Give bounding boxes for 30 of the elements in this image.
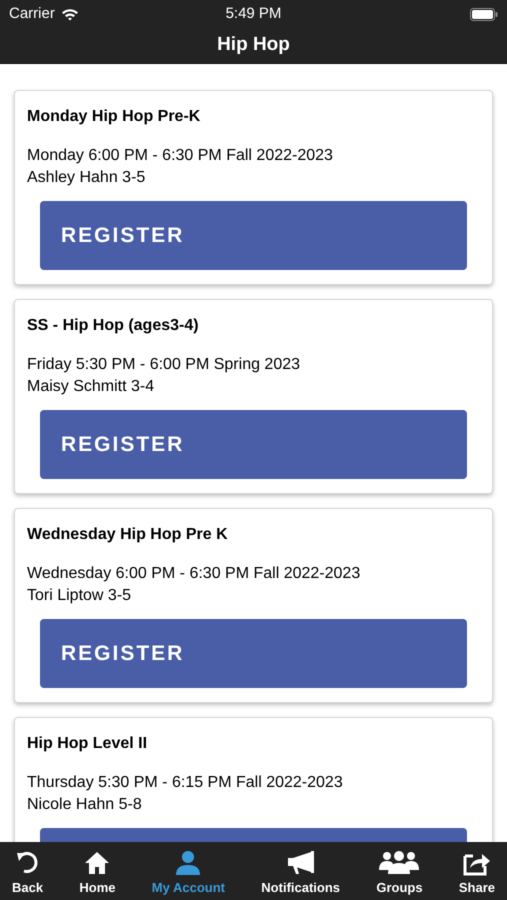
class-schedule: Monday 6:00 PM - 6:30 PM Fall 2022-2023 xyxy=(27,146,334,166)
person-icon xyxy=(175,850,202,876)
tab-item[interactable]: Back xyxy=(12,850,44,898)
tab-item[interactable]: My Account xyxy=(152,850,225,898)
class-teacher: Ashley Hahn 3-5 xyxy=(27,168,146,188)
class-title: Monday Hip Hop Pre-K xyxy=(27,107,202,127)
class-teacher: Tori Liptow 3-5 xyxy=(27,586,132,606)
tab-item[interactable]: Home xyxy=(79,850,116,898)
class-schedule: Thursday 5:30 PM - 6:15 PM Fall 2022-2023 xyxy=(27,773,344,793)
home-icon xyxy=(84,850,110,876)
class-title: Wednesday Hip Hop Pre K xyxy=(27,525,229,545)
megaphone-icon xyxy=(286,850,315,876)
carrier-name: Carrier xyxy=(9,4,55,24)
wifi-icon xyxy=(60,8,79,20)
register-button[interactable]: REGISTER xyxy=(40,619,467,688)
class-title: SS - Hip Hop (ages3-4) xyxy=(27,316,200,336)
tab-item[interactable]: Share xyxy=(458,850,495,898)
class-schedule: Wednesday 6:00 PM - 6:30 PM Fall 2022-2023 xyxy=(27,564,362,584)
class-schedule: Friday 5:30 PM - 6:00 PM Spring 2023 xyxy=(27,355,302,375)
page-title: Hip Hop xyxy=(217,33,290,58)
tab-item[interactable]: Groups xyxy=(376,850,423,898)
tab-item[interactable]: Notifications xyxy=(261,850,340,898)
group-icon xyxy=(379,850,420,876)
status-time: 5:49 PM xyxy=(226,4,282,24)
register-button[interactable]: REGISTER xyxy=(40,201,467,270)
battery-icon xyxy=(470,8,498,20)
register-button[interactable]: REGISTER xyxy=(40,410,467,479)
class-teacher: Nicole Hahn 5-8 xyxy=(27,795,143,815)
class-title: Hip Hop Level II xyxy=(27,734,148,754)
class-teacher: Maisy Schmitt 3-4 xyxy=(27,377,156,397)
